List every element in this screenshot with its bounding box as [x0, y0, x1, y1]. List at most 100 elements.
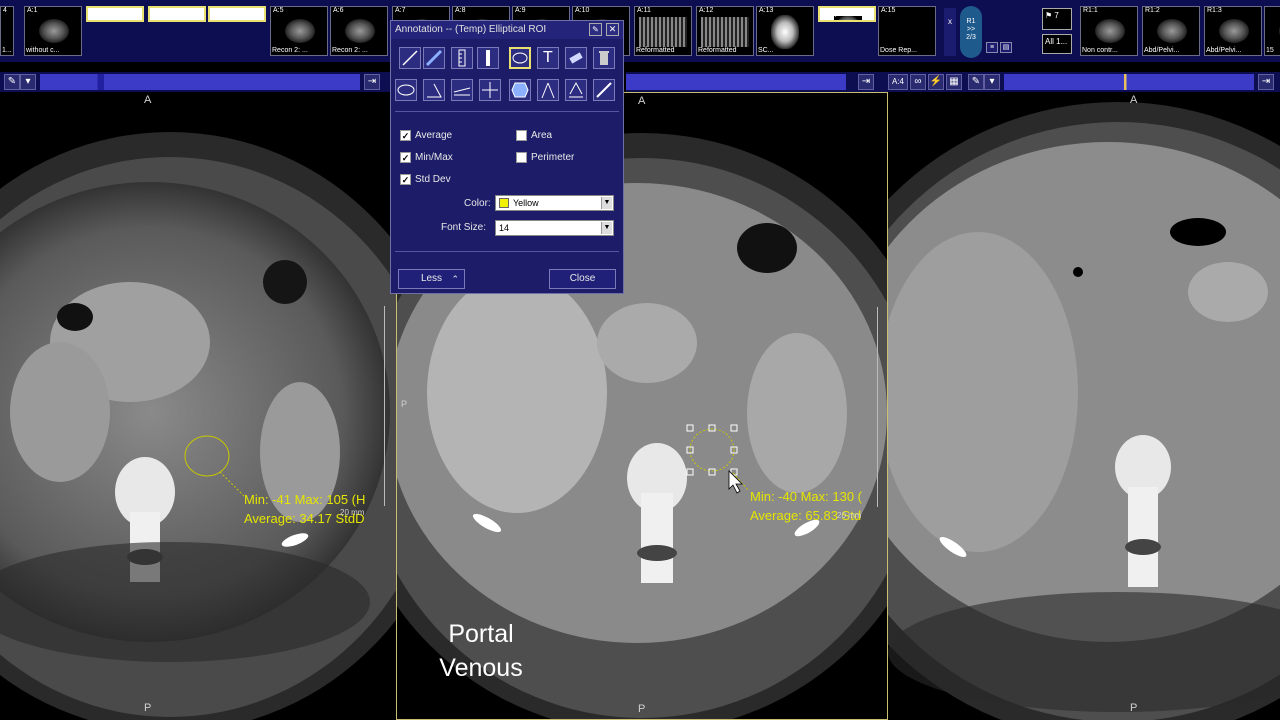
- ellipse-icon[interactable]: [395, 79, 417, 101]
- compass-icon[interactable]: [537, 79, 559, 101]
- series-thumbnail[interactable]: 4 1...: [0, 6, 14, 56]
- series-thumbnail[interactable]: A:2 PRE C...: [86, 6, 144, 22]
- less-button[interactable]: Less ⌃: [398, 269, 465, 289]
- font-size-label: Font Size:: [441, 222, 487, 233]
- series-thumbnail[interactable]: A:1 without c...: [24, 6, 82, 56]
- crosshair-icon[interactable]: [479, 79, 501, 101]
- thumbnail-id: A:12: [699, 7, 714, 14]
- series-thumbnail[interactable]: R1:2 Abd/Pelvi...: [1142, 6, 1200, 56]
- scale-ruler: [877, 307, 878, 507]
- area-checkbox[interactable]: [516, 130, 527, 141]
- font-size-value: 14: [499, 223, 510, 233]
- minmax-label: Min/Max: [415, 152, 453, 163]
- thumbnail-id: A:10: [575, 7, 590, 14]
- thumbnail-caption: PRE C...: [89, 9, 125, 19]
- pin-icon[interactable]: ✎: [589, 23, 602, 36]
- viewport-2-toolbar: ⇥: [626, 72, 888, 92]
- thumbnail-id: A:9: [515, 7, 526, 14]
- freehand-icon[interactable]: [593, 79, 615, 101]
- series-thumbnail[interactable]: A:6 Recon 2: ...: [330, 6, 388, 56]
- ruler-icon[interactable]: [451, 47, 473, 69]
- dropdown-arrow-icon[interactable]: ▾: [984, 74, 1000, 90]
- text-tool-icon[interactable]: T: [537, 47, 559, 69]
- dialog-title: Annotation -- (Temp) Elliptical ROI: [395, 24, 547, 35]
- thumbnail-image: [224, 20, 254, 22]
- viewport-1-toolbar: ✎ ▾ ⇥: [0, 72, 390, 92]
- series-thumbnail[interactable]: A:4 15 MIN...: [208, 6, 266, 22]
- all-series-box[interactable]: All 1...: [1042, 34, 1072, 54]
- series-thumbnail[interactable]: 15: [1264, 6, 1280, 56]
- orientation-bottom-label: P: [144, 702, 152, 714]
- color-select[interactable]: Yellow ▼: [495, 195, 614, 211]
- series-thumbnail[interactable]: A:11 Reformatted: [634, 6, 692, 56]
- thumbnail-image: [1157, 19, 1187, 43]
- perimeter-checkbox[interactable]: [516, 152, 527, 163]
- grid-view-icon[interactable]: ▤: [1000, 42, 1012, 53]
- thumbnail-image: [639, 17, 687, 47]
- series-thumbnail[interactable]: A:13 SC...: [756, 6, 814, 56]
- series-thumbnail-strip: 4 1... A:1 without c... A:2 PRE C... A:3 70 SEC…: [0, 0, 1280, 62]
- series-thumbnail[interactable]: R1:3 Abd/Pelvi...: [1204, 6, 1262, 56]
- dialog-divider: [395, 251, 619, 252]
- thumbnail-id: A:7: [395, 7, 406, 14]
- study-switcher-pill[interactable]: R1 >> 2/3: [960, 6, 982, 58]
- frame-nav-icon[interactable]: ⇥: [364, 74, 380, 90]
- measure-line-icon[interactable]: [423, 47, 445, 69]
- thumbnail-caption: SC...: [758, 47, 774, 54]
- perimeter-label: Perimeter: [531, 152, 575, 163]
- cobb-angle-icon[interactable]: [451, 79, 473, 101]
- text-underline-icon[interactable]: [565, 79, 587, 101]
- dropdown-arrow-icon[interactable]: ▾: [20, 74, 36, 90]
- sync-icon[interactable]: ⚡: [928, 74, 944, 90]
- thumbnail-caption: Non contr...: [1082, 47, 1118, 54]
- eraser-icon[interactable]: [565, 47, 587, 69]
- stddev-checkbox[interactable]: ✓: [400, 174, 411, 185]
- scale-label: 20 mm: [340, 508, 365, 517]
- series-thumbnail[interactable]: A:14 SC...: [818, 6, 876, 22]
- page-number-box[interactable]: ⚑ 7: [1042, 8, 1072, 30]
- elliptical-roi-icon[interactable]: [509, 47, 531, 69]
- series-scroll-bar[interactable]: [1004, 74, 1254, 90]
- minmax-checkbox[interactable]: ✓: [400, 152, 411, 163]
- dialog-title-bar[interactable]: Annotation -- (Temp) Elliptical ROI ✎ ✕: [391, 21, 623, 39]
- orientation-side-label: P: [401, 399, 408, 409]
- close-button[interactable]: Close: [549, 269, 616, 289]
- frame-nav-icon[interactable]: ⇥: [1258, 74, 1274, 90]
- thumbnail-image: [771, 15, 799, 49]
- close-icon[interactable]: ✕: [606, 23, 619, 36]
- vertical-ruler-icon[interactable]: [477, 47, 499, 69]
- thumbnail-id: 4: [3, 7, 7, 14]
- stddev-label: Std Dev: [415, 174, 451, 185]
- viewport-1[interactable]: A P Min: -41 Max: 105 (H Average: 34.17 …: [0, 92, 396, 720]
- zoom-label[interactable]: A:4: [888, 74, 908, 90]
- series-thumbnail[interactable]: A:5 Recon 2: ...: [270, 6, 328, 56]
- average-checkbox[interactable]: ✓: [400, 130, 411, 141]
- study-label: R1: [966, 18, 976, 25]
- area-label: Area: [531, 130, 553, 141]
- close-series-button[interactable]: x: [944, 8, 956, 56]
- pencil-icon[interactable]: ✎: [4, 74, 20, 90]
- series-scroll-bar[interactable]: [40, 74, 360, 90]
- pencil-icon[interactable]: ✎: [968, 74, 984, 90]
- polygon-roi-icon[interactable]: [509, 79, 531, 101]
- series-thumbnail[interactable]: A:3 70 SEC...: [148, 6, 206, 22]
- thumbnail-image: [887, 19, 927, 39]
- font-size-select[interactable]: 14 ▼: [495, 220, 614, 236]
- draw-line-icon[interactable]: [399, 47, 421, 69]
- thumbnail-id: R1:3: [1207, 7, 1222, 14]
- thumbnail-caption: Recon 2: ...: [272, 47, 308, 54]
- layout-grid-icon[interactable]: ▦: [946, 74, 962, 90]
- frame-nav-icon[interactable]: ⇥: [858, 74, 874, 90]
- ct-slice-image: [0, 132, 396, 720]
- series-scroll-bar[interactable]: [626, 74, 846, 90]
- link-icon[interactable]: ∞: [910, 74, 926, 90]
- series-thumbnail[interactable]: R1:1 Non contr...: [1080, 6, 1138, 56]
- thumbnail-caption: Abd/Pelvi...: [1206, 47, 1242, 54]
- angle-icon[interactable]: [423, 79, 445, 101]
- list-view-icon[interactable]: ≡: [986, 42, 998, 53]
- trash-icon[interactable]: [593, 47, 615, 69]
- viewport-3[interactable]: A P: [888, 92, 1280, 720]
- series-thumbnail[interactable]: A:15 Dose Rep...: [878, 6, 936, 56]
- series-thumbnail[interactable]: A:12 Reformatted: [696, 6, 754, 56]
- thumbnail-image: [1219, 19, 1249, 43]
